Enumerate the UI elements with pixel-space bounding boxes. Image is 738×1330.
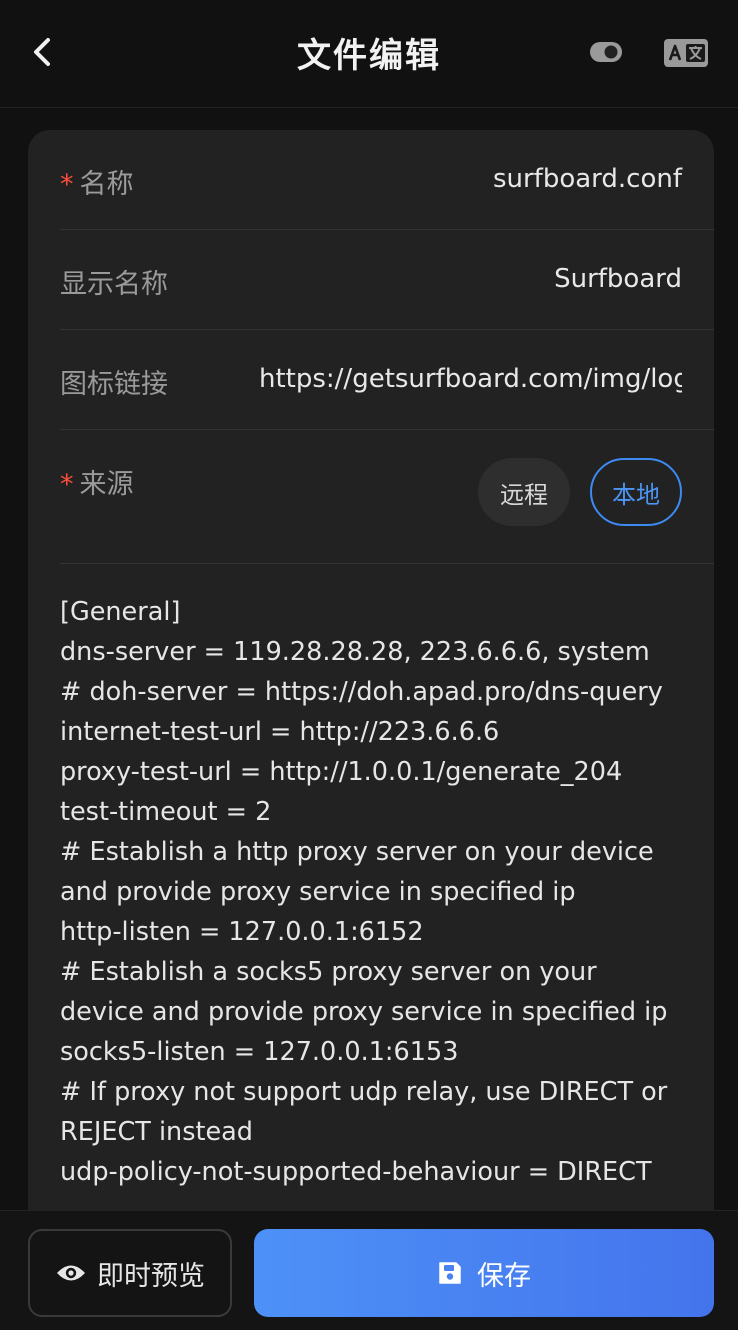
eye-icon (57, 1265, 85, 1281)
name-row: * 名称 surfboard.conf (60, 130, 714, 230)
name-input[interactable]: surfboard.conf (493, 164, 682, 194)
theme-toggle[interactable] (589, 41, 623, 63)
translate-icon (664, 39, 708, 67)
floppy-disk-icon (439, 1262, 461, 1284)
config-editor[interactable]: [General] dns-server = 119.28.28.28, 223… (60, 592, 686, 1220)
bottom-action-bar: 即时预览 保存 (0, 1210, 738, 1330)
source-row: * 来源 远程 本地 (60, 430, 714, 564)
save-button[interactable]: 保存 (254, 1229, 714, 1317)
name-label: * 名称 (60, 169, 134, 200)
icon-url-row: 图标链接 https://getsurfboard.com/img/logo. (60, 330, 714, 430)
source-label: * 来源 (60, 469, 134, 500)
live-preview-button[interactable]: 即时预览 (28, 1229, 232, 1317)
page-title: 文件编辑 (297, 36, 441, 76)
display-name-input[interactable]: Surfboard (554, 264, 682, 294)
file-edit-screen: 文件编辑 * 名称 surfboard.conf 显示名称 Surfboard … (0, 0, 738, 1330)
save-label: 保存 (477, 1260, 531, 1292)
translate-button[interactable] (663, 38, 709, 68)
toggle-icon (590, 42, 622, 62)
icon-url-input[interactable]: https://getsurfboard.com/img/logo. (259, 364, 682, 394)
live-preview-label: 即时预览 (97, 1260, 205, 1292)
source-local-option[interactable]: 本地 (590, 458, 682, 526)
icon-url-label: 图标链接 (60, 369, 168, 400)
display-name-label: 显示名称 (60, 269, 168, 300)
form-card: * 名称 surfboard.conf 显示名称 Surfboard 图标链接 h… (28, 130, 714, 1220)
top-bar: 文件编辑 (0, 0, 738, 108)
source-remote-option[interactable]: 远程 (478, 458, 570, 526)
required-mark: * (60, 469, 74, 500)
display-name-row: 显示名称 Surfboard (60, 230, 714, 330)
required-mark: * (60, 169, 74, 200)
